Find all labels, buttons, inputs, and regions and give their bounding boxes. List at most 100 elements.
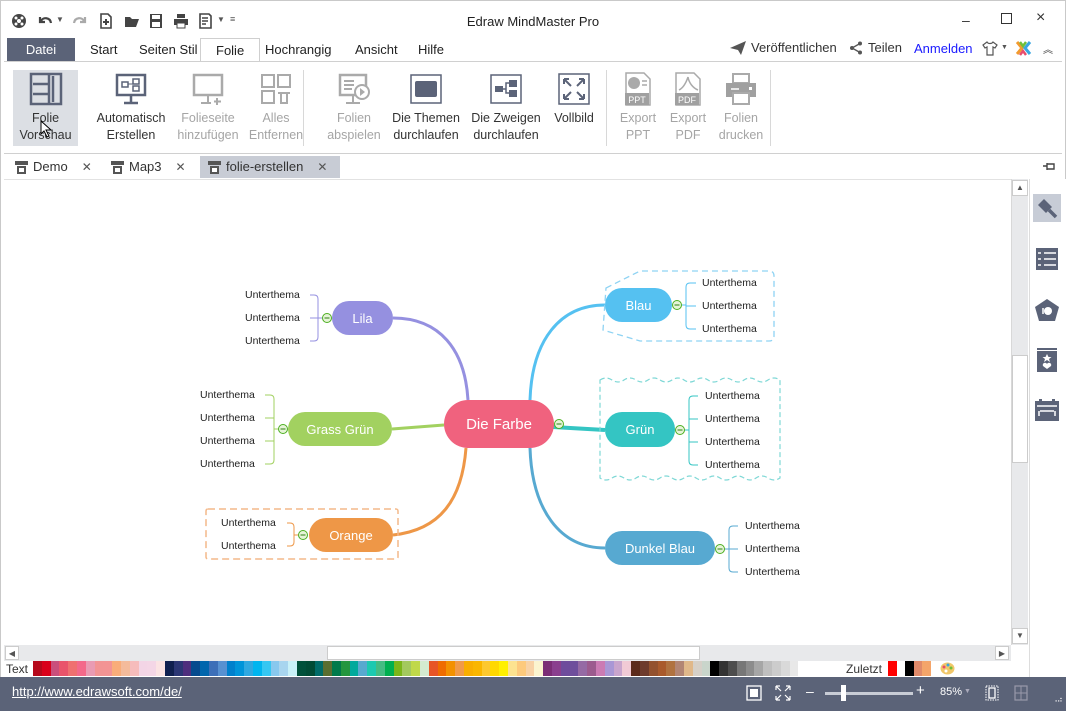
color-swatch[interactable]	[76, 661, 86, 676]
color-swatch[interactable]	[349, 661, 359, 676]
color-swatch[interactable]	[85, 661, 95, 676]
color-swatch[interactable]	[367, 661, 377, 676]
color-swatch[interactable]	[631, 661, 640, 676]
timeline-panel-button[interactable]	[1033, 396, 1061, 424]
color-swatch[interactable]	[727, 661, 737, 676]
color-swatch[interactable]	[191, 661, 201, 676]
color-swatch[interactable]	[138, 661, 148, 676]
color-swatch[interactable]	[569, 661, 579, 676]
clipart-panel-button[interactable]	[1033, 296, 1061, 324]
recent-color-swatch[interactable]	[905, 661, 914, 676]
zoom-slider-track[interactable]	[825, 692, 913, 695]
color-swatch[interactable]	[296, 661, 306, 676]
topic-orange[interactable]: Orange	[309, 518, 393, 552]
subtopic[interactable]: Unterthema	[245, 312, 300, 324]
fit-width-icon[interactable]	[985, 685, 999, 701]
color-swatch[interactable]	[639, 661, 649, 676]
subtopic[interactable]: Unterthema	[745, 566, 800, 578]
color-swatch[interactable]	[332, 661, 341, 676]
color-swatch[interactable]	[657, 661, 667, 676]
color-swatch[interactable]	[789, 661, 799, 676]
color-swatch[interactable]	[534, 661, 544, 676]
website-link[interactable]: http://www.edrawsoft.com/de/	[12, 684, 182, 699]
subtopic[interactable]: Unterthema	[702, 300, 757, 312]
color-swatch[interactable]	[578, 661, 588, 676]
color-swatch[interactable]	[490, 661, 500, 676]
color-swatch[interactable]	[701, 661, 711, 676]
recent-color-swatch[interactable]	[888, 661, 897, 676]
subtopic[interactable]: Unterthema	[200, 412, 255, 424]
color-swatch[interactable]	[112, 661, 121, 676]
color-swatch[interactable]	[314, 661, 324, 676]
recent-color-swatch[interactable]	[913, 661, 922, 676]
color-swatch[interactable]	[455, 661, 465, 676]
color-swatch[interactable]	[182, 661, 192, 676]
color-swatch[interactable]	[41, 661, 51, 676]
color-swatch[interactable]	[622, 661, 632, 676]
color-swatch[interactable]	[217, 661, 227, 676]
color-swatch[interactable]	[156, 661, 165, 676]
color-swatch[interactable]	[288, 661, 297, 676]
color-swatch[interactable]	[754, 661, 764, 676]
color-swatch[interactable]	[270, 661, 280, 676]
color-swatch[interactable]	[692, 661, 702, 676]
subtopic[interactable]: Unterthema	[705, 436, 760, 448]
color-swatch[interactable]	[745, 661, 755, 676]
color-swatch[interactable]	[384, 661, 394, 676]
color-swatch[interactable]	[464, 661, 473, 676]
zoom-in-button[interactable]: +	[916, 682, 925, 699]
color-swatch[interactable]	[710, 661, 720, 676]
color-swatch[interactable]	[173, 661, 183, 676]
zoom-out-button[interactable]: –	[806, 683, 814, 699]
subtopic[interactable]: Unterthema	[702, 323, 757, 335]
topic-grass-gruen[interactable]: Grass Grün	[288, 412, 392, 446]
color-swatch[interactable]	[543, 661, 553, 676]
topic-dunkel-blau[interactable]: Dunkel Blau	[605, 531, 715, 565]
zoom-slider-handle[interactable]	[840, 685, 846, 701]
resize-grip-icon[interactable]: ⠠⠴	[1052, 695, 1063, 704]
color-swatch[interactable]	[763, 661, 772, 676]
topic-blau[interactable]: Blau	[605, 288, 672, 322]
vertical-scroll-thumb[interactable]	[1012, 355, 1028, 463]
subtopic[interactable]: Unterthema	[245, 335, 300, 347]
color-swatch[interactable]	[552, 661, 561, 676]
color-swatch[interactable]	[164, 661, 174, 676]
color-swatch[interactable]	[587, 661, 596, 676]
color-swatch[interactable]	[129, 661, 139, 676]
subtopic[interactable]: Unterthema	[705, 390, 760, 402]
color-picker-palette-icon[interactable]	[940, 661, 955, 676]
color-swatch[interactable]	[261, 661, 271, 676]
fit-page-icon[interactable]	[746, 685, 762, 701]
subtopic[interactable]: Unterthema	[245, 289, 300, 301]
color-swatch[interactable]	[437, 661, 447, 676]
color-swatch[interactable]	[252, 661, 262, 676]
color-swatch[interactable]	[358, 661, 368, 676]
scroll-right-button[interactable]: ▶	[995, 646, 1009, 660]
color-swatch[interactable]	[771, 661, 781, 676]
color-swatch[interactable]	[402, 661, 412, 676]
format-panel-button[interactable]	[1033, 194, 1061, 222]
color-swatch[interactable]	[235, 661, 245, 676]
color-swatch[interactable]	[420, 661, 429, 676]
fullscreen-icon[interactable]	[775, 685, 791, 701]
color-swatch[interactable]	[428, 661, 438, 676]
subtopic[interactable]: Unterthema	[702, 277, 757, 289]
color-swatch[interactable]	[604, 661, 614, 676]
subtopic[interactable]: Unterthema	[200, 435, 255, 447]
subtopic[interactable]: Unterthema	[200, 458, 255, 470]
color-swatch[interactable]	[200, 661, 209, 676]
color-swatch[interactable]	[376, 661, 385, 676]
zoom-dropdown-icon[interactable]: ▼	[964, 688, 971, 695]
color-swatch[interactable]	[560, 661, 570, 676]
color-swatch[interactable]	[648, 661, 658, 676]
central-topic[interactable]: Die Farbe	[444, 400, 554, 448]
color-swatch[interactable]	[33, 661, 42, 676]
subtopic[interactable]: Unterthema	[705, 459, 760, 471]
scroll-down-button[interactable]: ▼	[1012, 628, 1028, 644]
color-swatch[interactable]	[411, 661, 421, 676]
topic-lila[interactable]: Lila	[332, 301, 393, 335]
color-swatch[interactable]	[340, 661, 350, 676]
horizontal-scroll-thumb[interactable]	[327, 646, 700, 660]
recent-color-swatch[interactable]	[896, 661, 905, 676]
color-swatch[interactable]	[525, 661, 535, 676]
